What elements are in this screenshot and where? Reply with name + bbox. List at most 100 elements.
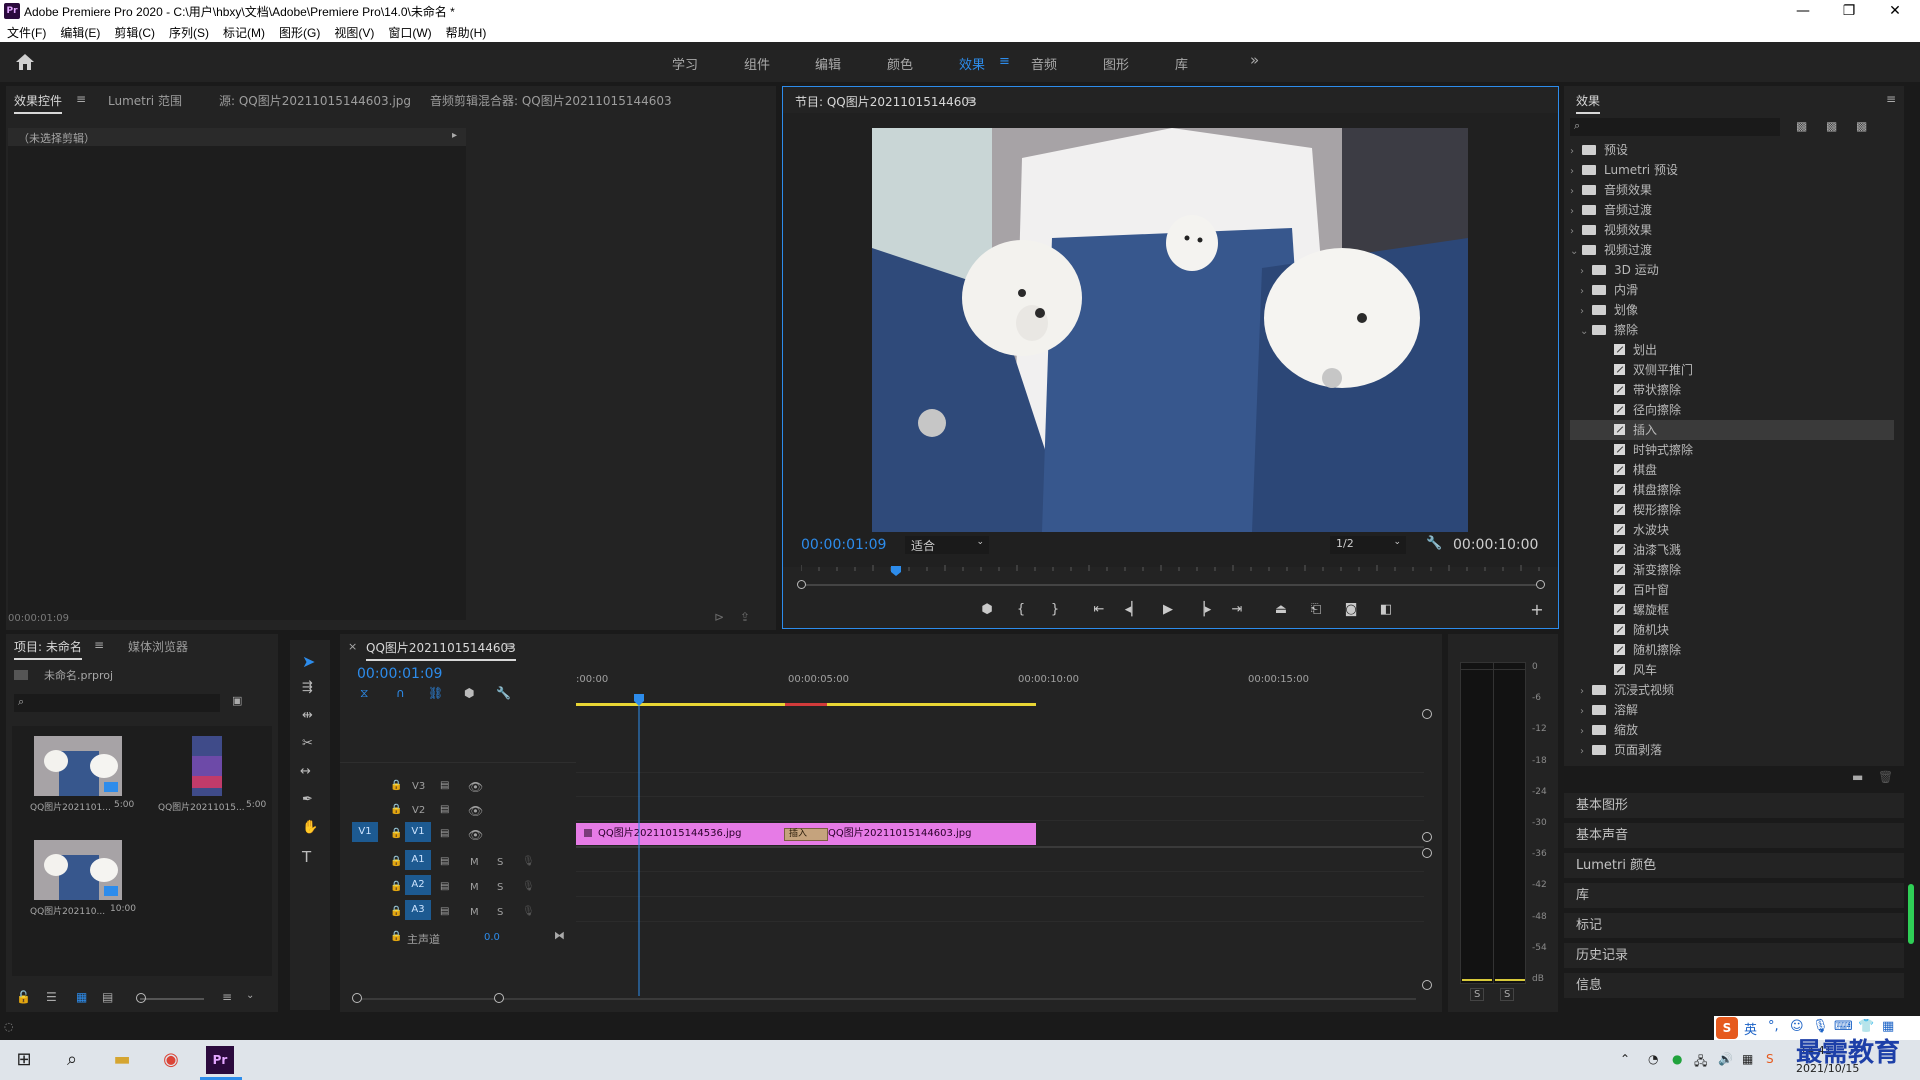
extract-icon[interactable]: ⎗: [1306, 601, 1326, 619]
add-button-icon[interactable]: +: [1527, 601, 1547, 619]
selection-tool-icon[interactable]: ➤: [302, 652, 315, 671]
effect-item[interactable]: 螺旋框: [1590, 600, 1669, 620]
workspace-effects[interactable]: 效果: [959, 54, 985, 73]
chevron-right-icon[interactable]: ›: [1570, 142, 1582, 162]
microphone-icon[interactable]: 🎙: [522, 856, 535, 867]
scroll-handle[interactable]: [1422, 848, 1432, 858]
effect-item[interactable]: 插入: [1590, 420, 1657, 440]
linked-selection-icon[interactable]: ⛓: [428, 686, 443, 700]
comparison-view-icon[interactable]: ◧: [1376, 601, 1396, 619]
effects-folder[interactable]: › 音频过渡: [1570, 200, 1652, 220]
workspace-graphics[interactable]: 图形: [1103, 54, 1129, 73]
scroll-handle[interactable]: [1422, 832, 1432, 842]
tab-audio-clip-mixer[interactable]: 音频剪辑混合器: QQ图片20211015144603: [430, 92, 672, 109]
chrome-icon[interactable]: ◉: [157, 1046, 185, 1074]
delete-icon[interactable]: 🗑: [1878, 770, 1893, 784]
effect-item[interactable]: 百叶窗: [1590, 580, 1669, 600]
chevron-right-icon[interactable]: ›: [1580, 702, 1592, 722]
collapsed-panel[interactable]: 基本图形: [1564, 792, 1904, 818]
collapsed-panel[interactable]: 信息: [1564, 972, 1904, 998]
eye-icon[interactable]: 👁: [468, 780, 483, 794]
fit-dropdown[interactable]: 适合 ⌄: [905, 536, 989, 554]
track-a2-target[interactable]: A2: [405, 875, 431, 895]
panel-scroll-indicator[interactable]: [1908, 884, 1914, 944]
sequence-menu-icon[interactable]: ≡: [504, 639, 514, 653]
add-marker-icon[interactable]: ⬢: [464, 686, 474, 700]
timeline-settings-icon[interactable]: 🔧: [496, 686, 511, 700]
effects-folder[interactable]: › 划像: [1580, 300, 1638, 320]
timeline-clip[interactable]: QQ图片20211015144603.jpg: [806, 823, 1036, 845]
effects-folder[interactable]: › 3D 运动: [1580, 260, 1659, 280]
timeline-playhead[interactable]: [633, 694, 645, 996]
menu-clip[interactable]: 剪辑(C): [107, 22, 162, 43]
pen-tool-icon[interactable]: ✒: [302, 792, 313, 807]
chevron-right-icon[interactable]: ›: [1580, 722, 1592, 742]
menu-file[interactable]: 文件(F): [0, 22, 53, 43]
home-icon[interactable]: [14, 52, 36, 72]
effects-panel-title[interactable]: 效果: [1576, 92, 1601, 114]
export-icon[interactable]: ⇪: [740, 610, 750, 624]
microphone-icon[interactable]: 🎙: [522, 881, 535, 892]
effect-item[interactable]: 时钟式擦除: [1590, 440, 1693, 460]
thumbnail-2[interactable]: [192, 736, 222, 796]
collapsed-panel[interactable]: 标记: [1564, 912, 1904, 938]
track-v1-target[interactable]: V1: [405, 822, 431, 842]
effect-item[interactable]: 径向擦除: [1590, 400, 1681, 420]
effect-item[interactable]: 随机擦除: [1590, 640, 1681, 660]
mute-button[interactable]: M: [470, 907, 479, 918]
network-icon[interactable]: 🖧: [1694, 1052, 1707, 1073]
tab-lumetri-scopes[interactable]: Lumetri 范围: [108, 92, 182, 109]
tab-effect-controls[interactable]: 效果控件: [14, 92, 63, 114]
nest-toggle-icon[interactable]: ⧖: [360, 686, 368, 701]
eye-icon[interactable]: 👁: [468, 828, 483, 842]
project-menu-icon[interactable]: ≡: [94, 638, 104, 652]
track-select-icon[interactable]: ⇶: [302, 680, 313, 695]
add-marker-icon[interactable]: ⬢: [977, 601, 997, 619]
menu-edit[interactable]: 编辑(E): [53, 22, 107, 43]
track-a3-target[interactable]: A3: [405, 900, 431, 920]
effect-item[interactable]: 棋盘: [1590, 460, 1657, 480]
workspace-audio[interactable]: 音频: [1031, 54, 1057, 73]
menu-window[interactable]: 窗口(W): [381, 22, 438, 43]
zoom-handle-left[interactable]: [797, 580, 806, 589]
program-monitor-title[interactable]: 节目: QQ图片20211015144603: [795, 93, 977, 115]
effects-folder[interactable]: › 页面剥落: [1580, 740, 1662, 760]
razor-tool-icon[interactable]: ✂: [302, 736, 313, 751]
security-icon[interactable]: ●: [1672, 1052, 1682, 1066]
sync-lock-icon[interactable]: ▤: [440, 828, 449, 839]
chevron-right-icon[interactable]: ›: [1580, 282, 1592, 302]
volume-icon[interactable]: 🔊: [1718, 1052, 1733, 1066]
lock-icon[interactable]: 🔒: [390, 856, 402, 867]
menu-graphics[interactable]: 图形(G): [272, 22, 327, 43]
resolution-dropdown[interactable]: 1/2 ⌄: [1330, 536, 1406, 554]
effects-folder[interactable]: ⌄ 视频过渡: [1570, 240, 1652, 260]
effects-folder[interactable]: › 视频效果: [1570, 220, 1652, 240]
chevron-right-icon[interactable]: ›: [1580, 302, 1592, 322]
lock-icon[interactable]: 🔒: [390, 931, 402, 942]
sync-lock-icon[interactable]: ▤: [440, 881, 449, 892]
lock-icon[interactable]: 🔒: [390, 780, 402, 791]
icon-view-icon[interactable]: ▦: [76, 990, 87, 1004]
sequence-tab[interactable]: QQ图片20211015144603: [366, 639, 516, 661]
thumbnail-1[interactable]: [34, 736, 122, 796]
search-icon[interactable]: ⌕: [58, 1046, 86, 1074]
new-bin-icon[interactable]: ▣: [232, 694, 242, 707]
timeline-timecode[interactable]: 00:00:01:09: [357, 666, 442, 682]
sync-lock-icon[interactable]: ▤: [440, 856, 449, 867]
chevron-right-icon[interactable]: ›: [1570, 182, 1582, 202]
more-workspaces-icon[interactable]: »: [1250, 51, 1259, 69]
microphone-icon[interactable]: 🎙: [522, 906, 535, 917]
scroll-handle-left[interactable]: [352, 993, 362, 1003]
effects-folder[interactable]: › 缩放: [1580, 720, 1638, 740]
effect-item[interactable]: 楔形擦除: [1590, 500, 1681, 520]
menu-help[interactable]: 帮助(H): [439, 22, 494, 43]
chevron-right-icon[interactable]: ›: [1570, 202, 1582, 222]
menu-sequence[interactable]: 序列(S): [162, 22, 216, 43]
effect-item[interactable]: 渐变擦除: [1590, 560, 1681, 580]
tab-project[interactable]: 项目: 未命名: [14, 638, 82, 660]
type-tool-icon[interactable]: T: [302, 848, 311, 866]
camera-icon[interactable]: ◙: [1341, 601, 1361, 619]
go-to-out-icon[interactable]: ⇥: [1227, 601, 1247, 619]
chevron-right-icon[interactable]: ›: [1570, 222, 1582, 242]
effects-search-input[interactable]: ⌕: [1570, 118, 1780, 136]
